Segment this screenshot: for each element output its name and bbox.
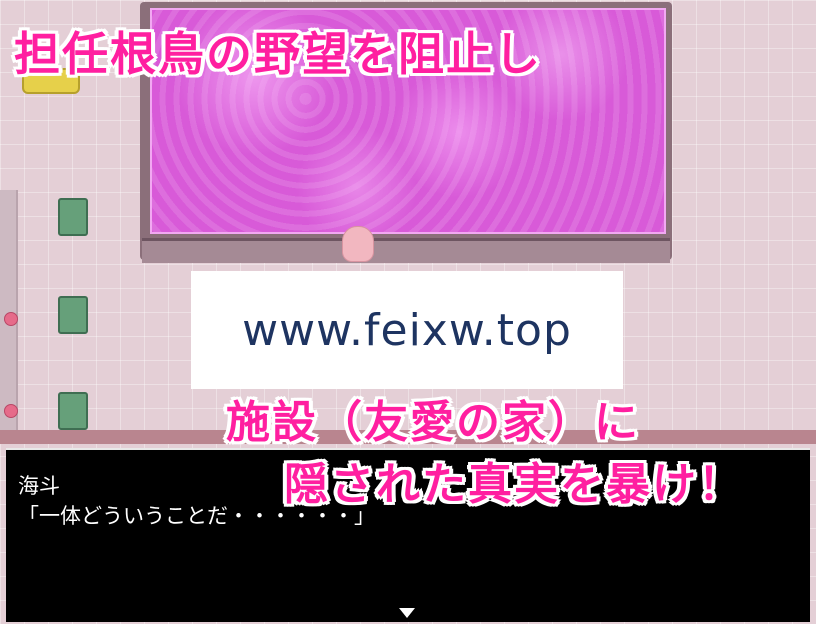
watermark-card: www.feixw.top	[191, 271, 623, 389]
character-sprite	[342, 226, 374, 262]
green-locker	[58, 392, 88, 430]
speaker-name: 海斗	[18, 474, 60, 498]
left-wall	[0, 190, 18, 430]
continue-arrow-icon[interactable]	[399, 608, 415, 618]
pool-ledge	[142, 238, 670, 263]
caption-top: 担任根鳥の野望を阻止し	[14, 27, 542, 81]
caption-bottom: 隠された真実を暴け！	[284, 459, 744, 510]
flower-decoration	[4, 404, 18, 418]
green-locker	[58, 198, 88, 236]
watermark-text: www.feixw.top	[242, 304, 572, 356]
flower-decoration	[4, 312, 18, 326]
green-locker	[58, 296, 88, 334]
caption-middle: 施設（友愛の家）に	[226, 397, 640, 448]
